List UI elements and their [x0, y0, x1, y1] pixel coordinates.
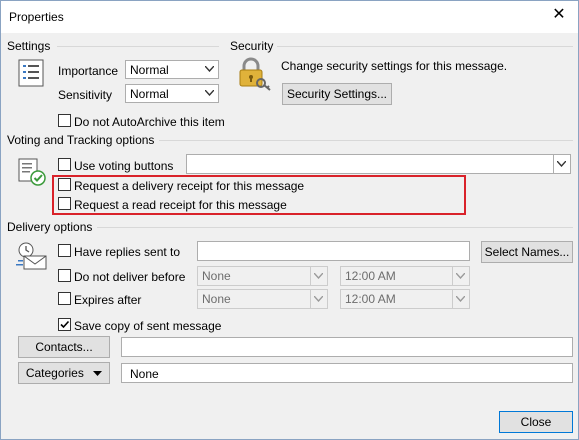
- settings-divider: [57, 46, 219, 47]
- do-not-deliver-time-value: 12:00 AM: [345, 269, 396, 283]
- security-section-title: Security: [230, 39, 274, 53]
- contacts-button[interactable]: Contacts...: [18, 336, 110, 358]
- properties-dialog: Properties ✕ Settings Importance Normal …: [0, 0, 579, 440]
- replies-to-input[interactable]: [197, 241, 470, 261]
- expires-after-label: Expires after: [74, 293, 142, 307]
- voting-buttons-select[interactable]: [186, 154, 571, 174]
- save-copy-label: Save copy of sent message: [74, 319, 222, 333]
- voting-section-title: Voting and Tracking options: [7, 133, 155, 147]
- window-title: Properties: [9, 10, 64, 24]
- security-settings-button[interactable]: Security Settings...: [282, 83, 392, 105]
- expires-date-select[interactable]: None: [197, 289, 328, 309]
- chevron-down-icon: [310, 267, 327, 285]
- caret-down-icon: [93, 371, 103, 376]
- delivery-section-title: Delivery options: [7, 220, 93, 234]
- have-replies-label: Have replies sent to: [74, 245, 181, 259]
- importance-label: Importance: [58, 64, 119, 78]
- sensitivity-label: Sensitivity: [58, 88, 113, 102]
- read-receipt-label: Request a read receipt for this message: [74, 198, 287, 212]
- importance-select[interactable]: Normal: [125, 60, 219, 79]
- chevron-down-icon: [201, 85, 218, 102]
- delivery-receipt-label: Request a delivery receipt for this mess…: [74, 179, 305, 193]
- do-not-deliver-date-select[interactable]: None: [197, 266, 328, 286]
- delivery-receipt-checkbox[interactable]: [58, 178, 71, 191]
- do-not-deliver-date-value: None: [202, 269, 231, 283]
- checkmark-icon: [60, 320, 70, 329]
- do-not-deliver-label: Do not deliver before: [74, 270, 186, 284]
- expires-time-select[interactable]: 12:00 AM: [340, 289, 470, 309]
- do-not-deliver-checkbox[interactable]: [58, 269, 71, 282]
- contacts-input[interactable]: [121, 337, 573, 357]
- expires-after-checkbox[interactable]: [58, 292, 71, 305]
- security-description: Change security settings for this messag…: [281, 59, 508, 73]
- expires-time-value: 12:00 AM: [345, 292, 396, 306]
- voting-divider: [159, 140, 573, 141]
- voting-checklist-icon: [17, 157, 47, 190]
- categories-label: Categories: [25, 366, 84, 380]
- delivery-divider: [97, 227, 573, 228]
- chevron-down-icon: [310, 290, 327, 308]
- do-not-deliver-time-select[interactable]: 12:00 AM: [340, 266, 470, 286]
- read-receipt-checkbox[interactable]: [58, 197, 71, 210]
- chevron-down-icon: [452, 290, 469, 308]
- delivery-clock-envelope-icon: [16, 241, 48, 274]
- settings-section-title: Settings: [7, 39, 51, 53]
- have-replies-checkbox[interactable]: [58, 244, 71, 257]
- select-names-button[interactable]: Select Names...: [481, 241, 573, 263]
- importance-value: Normal: [130, 63, 169, 77]
- sensitivity-select[interactable]: Normal: [125, 84, 219, 103]
- categories-button[interactable]: Categories: [18, 362, 110, 384]
- use-voting-label: Use voting buttons: [74, 159, 174, 173]
- use-voting-checkbox[interactable]: [58, 158, 71, 171]
- window-close-icon[interactable]: ✕: [549, 5, 569, 25]
- categories-value: None: [130, 367, 159, 381]
- lock-key-icon: [237, 57, 273, 94]
- chevron-down-icon: [553, 155, 570, 173]
- sensitivity-value: Normal: [130, 87, 169, 101]
- autoarchive-label: Do not AutoArchive this item: [74, 115, 225, 129]
- security-divider: [277, 46, 573, 47]
- close-button[interactable]: Close: [499, 411, 573, 433]
- expires-date-value: None: [202, 292, 231, 306]
- title-bar: Properties ✕: [1, 1, 578, 33]
- chevron-down-icon: [452, 267, 469, 285]
- categories-input[interactable]: None: [121, 363, 573, 383]
- settings-list-icon: [18, 59, 44, 90]
- save-copy-checkbox[interactable]: [58, 318, 71, 331]
- chevron-down-icon: [201, 61, 218, 78]
- autoarchive-checkbox[interactable]: [58, 114, 71, 127]
